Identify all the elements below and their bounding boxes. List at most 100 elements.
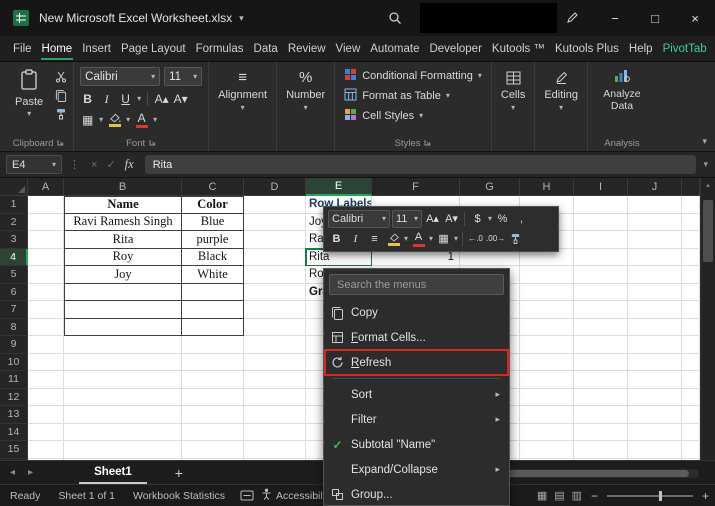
format-painter-button[interactable]	[507, 231, 524, 248]
cell-A4[interactable]	[28, 248, 64, 266]
cell-D15[interactable]	[244, 441, 306, 459]
borders-button[interactable]: ▦	[80, 111, 95, 128]
cell-J3[interactable]	[628, 231, 682, 249]
cell-J15[interactable]	[628, 441, 682, 459]
cell-H15[interactable]	[520, 441, 574, 459]
cell-I12[interactable]	[574, 388, 628, 406]
cell-H9[interactable]	[520, 336, 574, 354]
cell-D1[interactable]	[244, 196, 306, 214]
copy-button[interactable]	[55, 89, 67, 102]
tab-data[interactable]: Data	[249, 36, 283, 61]
zoom-in-button[interactable]: +	[702, 489, 709, 503]
shrink-font-button[interactable]: A▾	[173, 90, 188, 107]
tab-developer[interactable]: Developer	[424, 36, 486, 61]
cell-D2[interactable]	[244, 213, 306, 231]
cell-styles-button[interactable]: Cell Styles ▾	[341, 106, 485, 126]
cell-B12[interactable]	[64, 388, 182, 406]
cell-A10[interactable]	[28, 353, 64, 371]
cell-I6[interactable]	[574, 283, 628, 301]
tab-help[interactable]: Help	[624, 36, 658, 61]
cell-A2[interactable]	[28, 213, 64, 231]
tab-home[interactable]: Home	[37, 36, 78, 61]
menu-item-refresh[interactable]: Refresh	[324, 349, 509, 376]
menu-item-format-cells[interactable]: Format Cells...	[324, 325, 509, 350]
cell-B6[interactable]	[64, 283, 182, 301]
cell-A14[interactable]	[28, 423, 64, 441]
cell-A11[interactable]	[28, 371, 64, 389]
cell-D13[interactable]	[244, 406, 306, 424]
zoom-out-button[interactable]: −	[591, 489, 598, 503]
tab-view[interactable]: View	[331, 36, 366, 61]
cell-I5[interactable]	[574, 266, 628, 284]
cell-B1[interactable]: Name	[64, 196, 182, 214]
ink-pen-icon[interactable]	[566, 11, 579, 24]
scroll-up-icon[interactable]: ▴	[701, 181, 715, 189]
cell-J13[interactable]	[628, 406, 682, 424]
column-header-B[interactable]: B	[64, 178, 182, 196]
mini-font-size-select[interactable]: 11 ▾	[392, 210, 422, 228]
cell-C9[interactable]	[182, 336, 244, 354]
cell-A6[interactable]	[28, 283, 64, 301]
tab-kutools-plus[interactable]: Kutools Plus	[550, 36, 624, 61]
cell-H14[interactable]	[520, 423, 574, 441]
cell-H6[interactable]	[520, 283, 574, 301]
cell-I8[interactable]	[574, 318, 628, 336]
cell-B4[interactable]: Roy	[64, 248, 182, 266]
normal-view-icon[interactable]: ▦	[537, 490, 547, 502]
font-color-button[interactable]: A	[410, 231, 427, 248]
cell-I3[interactable]	[574, 231, 628, 249]
cell-C14[interactable]	[182, 423, 244, 441]
tab-automate[interactable]: Automate	[365, 36, 424, 61]
fill-color-chevron-icon[interactable]: ▾	[126, 115, 130, 124]
bold-button[interactable]: B	[80, 90, 95, 107]
grow-font-button[interactable]: A▴	[424, 211, 441, 228]
number-group-button[interactable]: % Number ▾	[277, 62, 336, 151]
row-header-4[interactable]: 4	[0, 248, 28, 266]
cell-C1[interactable]: Color	[182, 196, 244, 214]
underline-chevron-icon[interactable]: ▾	[137, 94, 141, 103]
cell-H8[interactable]	[520, 318, 574, 336]
cell-C8[interactable]	[182, 318, 244, 336]
cell-I14[interactable]	[574, 423, 628, 441]
cell-A8[interactable]	[28, 318, 64, 336]
cell-A5[interactable]	[28, 266, 64, 284]
column-header-I[interactable]: I	[574, 178, 628, 196]
cells-group-button[interactable]: Cells ▾	[492, 62, 536, 151]
next-sheet-icon[interactable]: ▸	[28, 467, 33, 478]
dialog-launcher-icon[interactable]	[424, 138, 431, 149]
font-color-chevron-icon[interactable]: ▾	[153, 115, 157, 124]
cell-C4[interactable]: Black	[182, 248, 244, 266]
cell-I10[interactable]	[574, 353, 628, 371]
mini-font-name-select[interactable]: Calibri ▾	[328, 210, 390, 228]
menu-item-copy[interactable]: Copy	[324, 300, 509, 325]
cell-H12[interactable]	[520, 388, 574, 406]
cell-C11[interactable]	[182, 371, 244, 389]
underline-button[interactable]: U	[118, 90, 133, 107]
cell-A1[interactable]	[28, 196, 64, 214]
row-header-8[interactable]: 8	[0, 318, 28, 336]
fill-color-button[interactable]	[107, 111, 122, 128]
cell-J10[interactable]	[628, 353, 682, 371]
cell-D9[interactable]	[244, 336, 306, 354]
page-layout-view-icon[interactable]: ▤	[554, 490, 564, 502]
cell-J2[interactable]	[628, 213, 682, 231]
cell-C13[interactable]	[182, 406, 244, 424]
accounting-format-button[interactable]: $	[469, 211, 486, 228]
cell-H11[interactable]	[520, 371, 574, 389]
cell-C15[interactable]	[182, 441, 244, 459]
enter-icon[interactable]: ✓	[106, 158, 115, 171]
cell-B5[interactable]: Joy	[64, 266, 182, 284]
dialog-launcher-icon[interactable]	[149, 138, 156, 149]
cell-J12[interactable]	[628, 388, 682, 406]
tab-formulas[interactable]: Formulas	[191, 36, 249, 61]
cell-C3[interactable]: purple	[182, 231, 244, 249]
row-header-10[interactable]: 10	[0, 353, 28, 371]
formula-input[interactable]: Rita	[144, 155, 697, 174]
cell-H13[interactable]	[520, 406, 574, 424]
minimize-button[interactable]: −	[595, 0, 635, 36]
cell-B14[interactable]	[64, 423, 182, 441]
column-header-F[interactable]: F	[372, 178, 460, 196]
chevron-down-icon[interactable]: ▾	[429, 235, 433, 243]
cell-H10[interactable]	[520, 353, 574, 371]
row-header-9[interactable]: 9	[0, 336, 28, 354]
